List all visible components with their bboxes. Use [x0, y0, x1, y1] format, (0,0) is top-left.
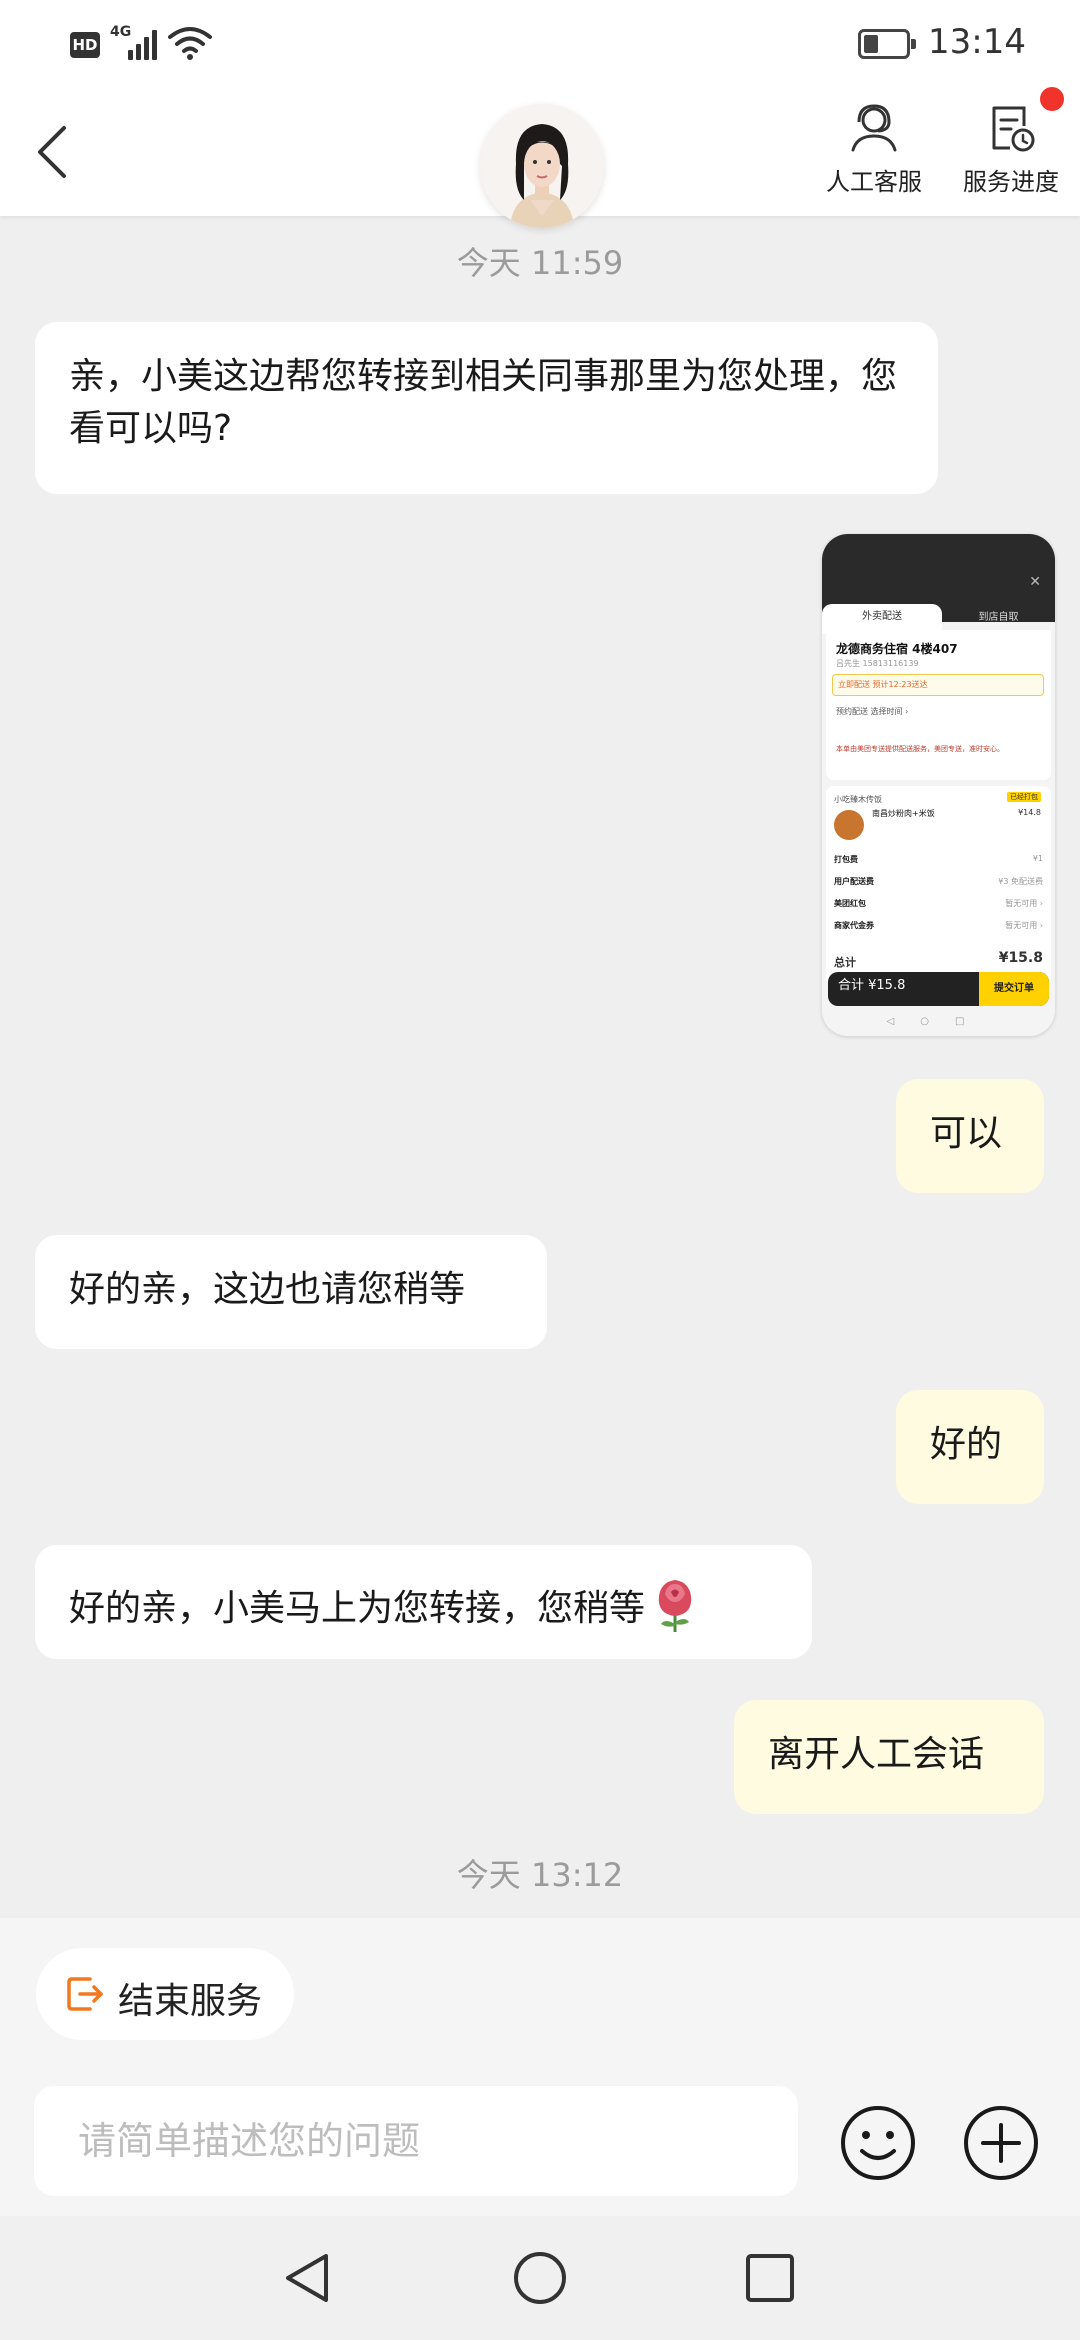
- dish-price: ¥14.8: [1018, 808, 1041, 817]
- end-service-button[interactable]: 结束服务: [36, 1948, 294, 2040]
- user-message[interactable]: 离开人工会话: [734, 1700, 1044, 1814]
- agent-message[interactable]: 亲，小美这边帮您转接到相关同事那里为您处理，您看可以吗?: [35, 322, 938, 494]
- checkout-price: 合计 ¥15.8: [838, 978, 906, 993]
- signal-icon: [128, 28, 162, 60]
- service-progress-label: 服务进度: [963, 168, 1059, 196]
- service-progress-button[interactable]: 服务进度: [946, 100, 1076, 204]
- total-label: 总计: [834, 956, 856, 969]
- delivery-fee-row: 用户配送费 ¥3 免配送费: [834, 877, 1043, 886]
- system-nav-bar: [0, 2216, 1080, 2340]
- voucher-row: 商家代金券 暂无可用 ›: [834, 921, 1043, 930]
- packing-fee-row: 打包费 ¥1: [834, 854, 1043, 864]
- nav-recent-icon[interactable]: [740, 2248, 800, 2308]
- close-icon: ✕: [1029, 574, 1041, 590]
- preorder-option: 预约配送 选择时间 ›: [836, 707, 909, 716]
- end-service-label: 结束服务: [118, 1981, 263, 2022]
- tab-pickup: 到店自取: [978, 612, 1019, 623]
- submit-order-button: 提交订单: [979, 972, 1049, 1006]
- agent-message-text: 好的亲，小美马上为您转接，您稍等: [69, 1588, 646, 1629]
- plus-circle-icon[interactable]: [961, 2103, 1041, 2183]
- chat-timestamp: 今天 11:59: [456, 244, 624, 282]
- dish-name: 南昌炒粉肉+米饭: [872, 809, 935, 818]
- exit-icon: [67, 1977, 103, 2011]
- headset-person-icon: [851, 104, 897, 152]
- clock: 13:14: [928, 22, 1026, 62]
- wifi-icon: [168, 27, 212, 60]
- user-message[interactable]: 可以: [896, 1079, 1044, 1193]
- address-card: 龙德商务住宿 4楼407 吕先生 15813116139 立即配送 预计12:2…: [826, 630, 1051, 780]
- smiley-icon[interactable]: [838, 2103, 918, 2183]
- chat-timestamp: 今天 13:12: [456, 1856, 624, 1894]
- document-clock-icon: [992, 106, 1035, 152]
- red-packet-row: 美团红包 暂无可用 ›: [834, 899, 1043, 908]
- message-input[interactable]: [34, 2086, 798, 2196]
- status-badge: 已经打包: [1007, 792, 1041, 802]
- hd-indicator: HD: [70, 32, 100, 58]
- address: 龙德商务住宿 4楼407: [836, 642, 958, 656]
- status-bar: HD 4G 13:14: [0, 0, 1080, 88]
- total-value: ¥15.8: [998, 950, 1043, 966]
- nav-home-icon[interactable]: [510, 2248, 570, 2308]
- battery-icon: [858, 29, 916, 59]
- thumbnail-nav: ◁○□: [822, 1008, 1055, 1036]
- order-screenshot-thumbnail[interactable]: ✕ 外卖配送 到店自取 龙德商务住宿 4楼407 吕先生 15813116139…: [822, 534, 1055, 1036]
- agent-avatar[interactable]: [480, 104, 604, 228]
- checkout-bar: 合计 ¥15.8 提交订单: [828, 972, 1049, 1006]
- input-panel: 结束服务: [0, 1918, 1080, 2216]
- rose-icon: [658, 1580, 692, 1632]
- chat-header: 人工客服 服务进度: [0, 88, 1080, 228]
- agent-message[interactable]: 好的亲，这边也请您稍等: [35, 1235, 547, 1349]
- order-card: 小吃臻木传饭 已经打包 南昌炒粉肉+米饭 ¥14.8 打包费 ¥1 用户配送费 ¥3…: [826, 786, 1051, 986]
- delivery-note: 本单由美团专送提供配送服务，美团专送，准时安心。: [836, 745, 1004, 753]
- delivery-option: 立即配送 预计12:23送达: [832, 674, 1044, 696]
- customer-service-label: 人工客服: [826, 168, 922, 196]
- contact: 吕先生 15813116139: [836, 659, 919, 668]
- user-message[interactable]: 好的: [896, 1390, 1044, 1504]
- chevron-left-icon[interactable]: [26, 112, 86, 192]
- food-image: [834, 810, 864, 840]
- nav-back-icon[interactable]: [278, 2248, 338, 2308]
- agent-message[interactable]: 好的亲，小美马上为您转接，您稍等: [35, 1545, 812, 1659]
- customer-service-button[interactable]: 人工客服: [809, 100, 939, 204]
- notification-dot: [1040, 87, 1064, 111]
- shop-name: 小吃臻木传饭: [834, 795, 882, 804]
